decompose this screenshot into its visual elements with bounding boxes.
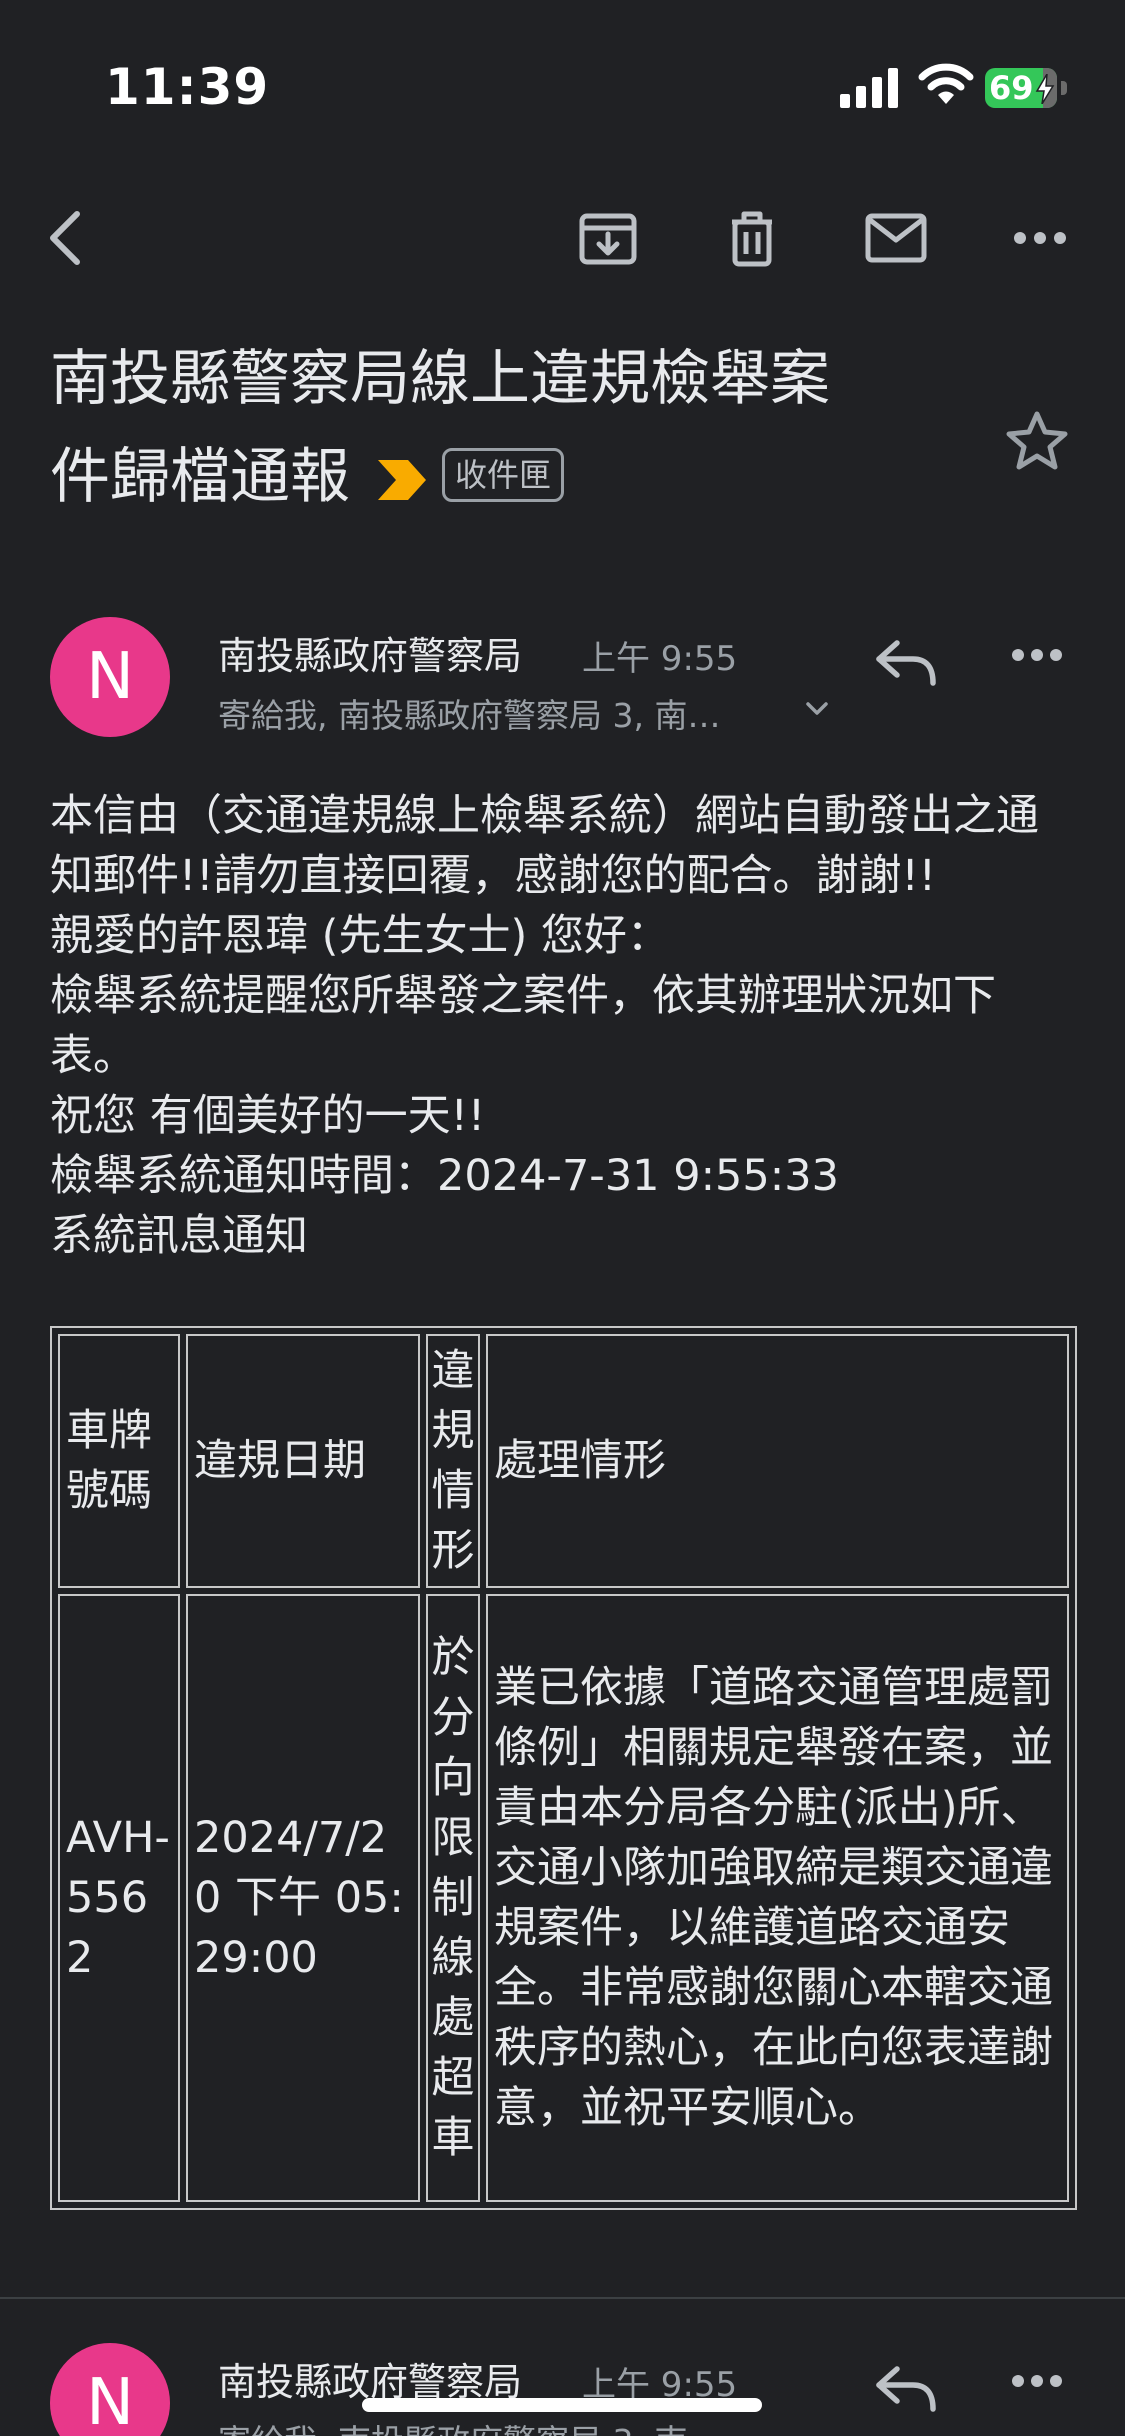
body-system-notice: 系統訊息通知	[50, 1211, 308, 1261]
subject-line-1: 南投縣警察局線上違規檢舉案	[50, 344, 830, 414]
charging-bolt-icon	[1035, 74, 1055, 104]
cell-date: 2024/7/20 下午 05:29:00	[186, 1594, 420, 2202]
reply-button[interactable]	[873, 2363, 939, 2417]
header-date: 違規日期	[186, 1334, 420, 1588]
header-handling: 處理情形	[486, 1334, 1069, 1588]
archive-icon	[579, 213, 637, 265]
chevron-down-icon[interactable]	[805, 701, 829, 717]
archive-button[interactable]	[568, 198, 648, 278]
back-button[interactable]	[26, 198, 106, 278]
more-icon	[1012, 649, 1062, 661]
inbox-label-badge[interactable]: 收件匣	[442, 448, 565, 503]
table-header-row: 車牌號碼 違規日期 違規情形 處理情形	[58, 1334, 1069, 1588]
body-greeting: 親愛的許恩瑋 (先生女士) 您好：	[50, 911, 670, 961]
table-row: AVH-5562 2024/7/20 下午 05:29:00 於分向限制線處超車…	[58, 1594, 1069, 2202]
message-header[interactable]: N 南投縣政府警察局 上午 9:55 寄給我, 南投縣政府警察局 3, 南…	[0, 617, 1125, 757]
importance-marker-icon[interactable]	[376, 458, 428, 502]
reply-icon	[876, 2366, 936, 2412]
trash-icon	[732, 211, 772, 267]
reply-icon	[876, 640, 936, 686]
sender-avatar[interactable]: N	[50, 617, 170, 737]
back-icon	[50, 211, 80, 265]
star-icon	[1006, 411, 1068, 470]
subject-line-2: 件歸檔通報	[50, 442, 350, 512]
message-time: 上午 9:55	[582, 639, 738, 679]
body-reminder: 檢舉系統提醒您所舉發之案件，依其辦理狀況如下表。	[50, 971, 996, 1081]
more-icon	[1014, 232, 1066, 244]
header-plate: 車牌號碼	[58, 1334, 180, 1588]
message-body: 本信由（交通違規線上檢舉系統）網站自動發出之通知郵件!!請勿直接回覆，感謝您的配…	[50, 786, 1080, 1266]
mail-icon	[865, 213, 927, 263]
delete-button[interactable]	[712, 198, 792, 278]
home-indicator[interactable]	[362, 2398, 762, 2412]
body-notify-time: 檢舉系統通知時間：2024-7-31 9:55:33	[50, 1151, 839, 1201]
message-divider	[0, 2297, 1125, 2299]
screen: 11:39 69 南投縣警察局線上違規檢舉案 件歸檔通報 收件匣 N 南投縣政府…	[0, 0, 1125, 2436]
status-bar: 11:39 69	[0, 0, 1125, 170]
battery-level: 69	[989, 69, 1034, 107]
more-options-button[interactable]	[1000, 198, 1080, 278]
sender-name: 南投縣政府警察局	[218, 634, 523, 678]
mark-unread-button[interactable]	[856, 198, 936, 278]
status-time: 11:39	[105, 58, 270, 116]
recipients-summary[interactable]: 寄給我, 南投縣政府警察局 3, 南…	[218, 689, 763, 737]
more-icon	[1012, 2375, 1062, 2387]
star-button[interactable]	[1005, 410, 1069, 476]
reply-button[interactable]	[873, 637, 939, 691]
body-wish: 祝您 有個美好的一天!!	[50, 1091, 486, 1141]
message-more-button[interactable]	[1010, 647, 1064, 667]
body-intro: 本信由（交通違規線上檢舉系統）網站自動發出之通知郵件!!請勿直接回覆，感謝您的配…	[50, 791, 1039, 901]
sender-avatar[interactable]: N	[50, 2343, 170, 2436]
cell-handling: 業已依據「道路交通管理處罰條例」相關規定舉發在案，並責由本分局各分駐(派出)所、…	[486, 1594, 1069, 2202]
wifi-icon	[918, 63, 974, 104]
cell-violation: 於分向限制線處超車	[426, 1594, 480, 2202]
message-toolbar	[0, 180, 1125, 290]
case-status-table: 車牌號碼 違規日期 違規情形 處理情形 AVH-5562 2024/7/20 下…	[50, 1326, 1077, 2210]
message-header-2[interactable]: N 南投縣政府警察局 上午 9:55 寄給我, 南投縣政府警察局 3, 南…	[0, 2343, 1125, 2436]
cell-plate: AVH-5562	[58, 1594, 180, 2202]
signal-icon	[840, 68, 898, 108]
message-more-button[interactable]	[1010, 2373, 1064, 2393]
header-violation: 違規情形	[426, 1334, 480, 1588]
email-subject: 南投縣警察局線上違規檢舉案 件歸檔通報 收件匣	[50, 330, 950, 526]
recipients-summary[interactable]: 寄給我, 南投縣政府警察局 3, 南…	[218, 2415, 763, 2436]
